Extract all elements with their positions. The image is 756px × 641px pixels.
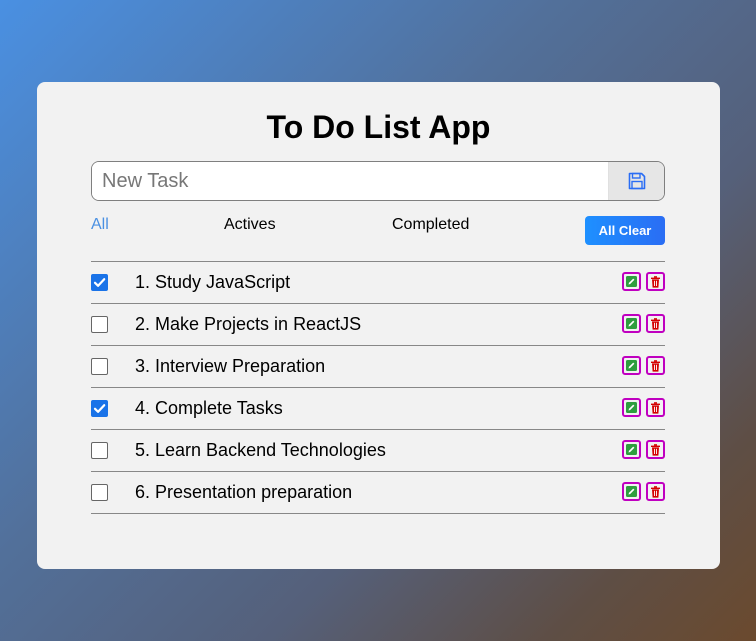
filter-bar: All Actives Completed All Clear (91, 216, 665, 246)
delete-task-button[interactable] (646, 440, 665, 459)
edit-task-button[interactable] (622, 272, 641, 291)
task-actions (622, 272, 665, 291)
task-row: 6. Presentation preparation (91, 472, 665, 514)
floppy-disk-icon (628, 172, 645, 190)
task-row: 3. Interview Preparation (91, 346, 665, 388)
save-task-button[interactable] (608, 162, 664, 200)
checkmark-icon (93, 404, 106, 413)
task-row: 4. Complete Tasks (91, 388, 665, 430)
task-label: 5. Learn Backend Technologies (135, 440, 386, 460)
new-task-input[interactable] (92, 162, 608, 200)
task-row: 5. Learn Backend Technologies (91, 430, 665, 472)
task-actions (622, 356, 665, 375)
task-actions (622, 440, 665, 459)
task-label: 2. Make Projects in ReactJS (135, 314, 362, 334)
task-row: 1. Study JavaScript (91, 262, 665, 304)
task-actions (622, 482, 665, 501)
delete-task-button[interactable] (646, 314, 665, 333)
task-label: 6. Presentation preparation (135, 482, 353, 502)
task-label: 3. Interview Preparation (135, 356, 326, 376)
delete-task-button[interactable] (646, 482, 665, 501)
delete-task-button[interactable] (646, 398, 665, 417)
trash-icon (651, 443, 660, 456)
task-actions (622, 398, 665, 417)
filter-all[interactable]: All (91, 216, 109, 234)
trash-icon (651, 317, 660, 330)
task-row: 2. Make Projects in ReactJS (91, 304, 665, 346)
trash-icon (651, 359, 660, 372)
edit-task-button[interactable] (622, 482, 641, 501)
edit-task-button[interactable] (622, 440, 641, 459)
task-label: 4. Complete Tasks (135, 398, 283, 418)
trash-icon (651, 275, 660, 288)
task-actions (622, 314, 665, 333)
task-list: 1. Study JavaScript 2. Make Projects in … (91, 261, 665, 514)
edit-icon (626, 402, 637, 413)
task-checkbox[interactable] (91, 484, 108, 501)
edit-task-button[interactable] (622, 314, 641, 333)
task-label: 1. Study JavaScript (135, 272, 291, 292)
edit-icon (626, 486, 637, 497)
task-checkbox[interactable] (91, 274, 108, 291)
trash-icon (651, 485, 660, 498)
all-clear-button[interactable]: All Clear (585, 216, 665, 245)
page-title: To Do List App (266, 109, 491, 145)
trash-icon (651, 401, 660, 414)
checkmark-icon (93, 278, 106, 287)
edit-icon (626, 360, 637, 371)
edit-icon (626, 276, 637, 287)
edit-task-button[interactable] (622, 398, 641, 417)
delete-task-button[interactable] (646, 356, 665, 375)
task-checkbox[interactable] (91, 400, 108, 417)
todo-card: To Do List App All Actives Completed All… (37, 82, 720, 569)
filter-actives[interactable]: Actives (224, 216, 276, 234)
task-checkbox[interactable] (91, 358, 108, 375)
new-task-row (91, 161, 665, 201)
edit-icon (626, 444, 637, 455)
filter-completed[interactable]: Completed (392, 216, 469, 234)
task-checkbox[interactable] (91, 442, 108, 459)
task-checkbox[interactable] (91, 316, 108, 333)
delete-task-button[interactable] (646, 272, 665, 291)
edit-icon (626, 318, 637, 329)
edit-task-button[interactable] (622, 356, 641, 375)
